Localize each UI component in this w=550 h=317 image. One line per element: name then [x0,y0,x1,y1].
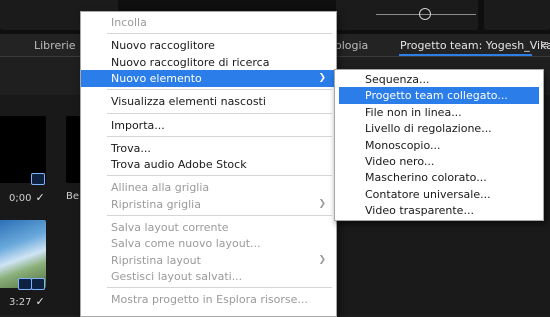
menu-separator [107,89,332,91]
menu-item-label: Gestisci layout salvati... [111,269,243,283]
menu-item-contatore-universale[interactable]: Contatore universale... [335,186,543,203]
active-tab-underline [399,54,532,56]
menu-item-trova[interactable]: Trova... [81,140,336,157]
menu-item-label: Video trasparente... [365,204,474,218]
menu-item-label: Monoscopio... [365,138,441,152]
menu-separator [107,215,332,216]
menu-item-sequenza[interactable]: Sequenza... [335,71,543,88]
zoom-slider-knob[interactable] [419,8,431,20]
menu-item-ripristina-griglia: Ripristina griglia ❯ [81,196,336,213]
chevron-right-icon: ❯ [318,198,326,209]
clip-badge-icon [31,173,45,185]
menu-item-nuovo-raccoglitore-di-ricerca[interactable]: Nuovo raccoglitore di ricerca [81,54,336,71]
menu-item-ripristina-layout: Ripristina layout ❯ [81,252,336,269]
menu-item-salva-come-nuovo-layout: Salva come nuovo layout... [81,235,336,252]
menu-item-importa[interactable]: Importa... [81,117,336,134]
menu-item-nuovo-elemento[interactable]: Nuovo elemento ❯ [81,69,336,87]
menu-item-nuovo-raccoglitore[interactable]: Nuovo raccoglitore [81,37,336,54]
clip-duration: 0;00 [9,193,32,204]
chevron-right-icon: ❯ [318,72,326,83]
menu-separator [107,175,332,177]
menu-item-label: Trova audio Adobe Stock [111,158,247,172]
clip-thumbnail-2[interactable] [66,116,80,183]
menu-item-label: Ripristina griglia [111,197,201,211]
chevron-right-icon: ❯ [318,254,326,265]
menu-item-progetto-team-collegato[interactable]: Progetto team collegato... [339,87,539,105]
menu-item-incolla: Incolla [81,14,336,31]
checkmark-icon: ✓ [35,295,45,308]
menu-item-label: File non in linea... [365,105,462,119]
menu-item-salva-layout-corrente: Salva layout corrente [81,219,336,236]
menu-item-label: Trova... [111,141,151,155]
menu-separator [107,33,332,35]
toolbar-pane-slider [336,0,478,30]
menu-item-visualizza-elementi-nascosti[interactable]: Visualizza elementi nascosti [81,93,336,110]
menu-item-label: Ripristina layout [111,253,201,267]
panel-menu-icon[interactable]: ≡ [540,38,549,51]
media-grid: 0;00 ✓ Be 3:27 ✓ [0,95,80,315]
context-menu: Incolla Nuovo raccoglitore Nuovo raccoglit… [80,11,337,317]
menu-item-allinea-alla-griglia: Allinea alla griglia [81,179,336,196]
menu-item-label: Salva come nuovo layout... [111,237,261,251]
menu-item-label: Nuovo raccoglitore di ricerca [111,55,270,69]
menu-item-label: Livello di regolazione... [365,122,492,136]
menu-item-livello-di-regolazione[interactable]: Livello di regolazione... [335,120,543,137]
menu-item-file-non-in-linea[interactable]: File non in linea... [335,104,543,121]
menu-item-label: Progetto team collegato... [365,89,508,103]
menu-separator [107,135,332,137]
menu-item-trova-audio-adobe-stock[interactable]: Trova audio Adobe Stock [81,156,336,173]
menu-separator [107,287,332,289]
menu-item-label: Sequenza... [365,73,430,86]
menu-item-label: Nuovo raccoglitore [111,39,215,53]
clip-badge-icon [18,278,32,290]
menu-item-label: Mascherino colorato... [365,171,487,185]
clip-info-2-partial: Be [66,191,80,202]
menu-item-label: Salva layout corrente [111,221,229,234]
menu-item-label: Contatore universale... [365,187,491,201]
clip-info-3: 3:27 ✓ [9,295,45,308]
tab-tecnologia-partial[interactable]: ologia [335,39,368,52]
menu-item-label: Mostra progetto in Esplora risorse... [111,293,308,307]
menu-item-label: Nuovo elemento [111,71,202,85]
tab-team-project[interactable]: Progetto team: Yogesh_Vikas [400,39,550,52]
menu-item-monoscopio[interactable]: Monoscopio... [335,137,543,154]
toolbar-pane-right [484,0,550,30]
clip-info-1: 0;00 ✓ [9,191,45,204]
tab-librerie[interactable]: Librerie [34,39,76,52]
menu-item-mostra-progetto-in-esplora-risorse: Mostra progetto in Esplora risorse... [81,291,336,308]
checkmark-icon: ✓ [35,191,45,204]
menu-item-gestisci-layout-salvati: Gestisci layout salvati... [81,268,336,285]
menu-item-label: Incolla [111,16,147,29]
menu-item-mascherino-colorato[interactable]: Mascherino colorato... [335,169,543,186]
clip-duration: 3:27 [9,297,32,308]
menu-separator [107,112,332,114]
menu-item-label: Allinea alla griglia [111,181,210,195]
menu-item-label: Video nero... [365,155,435,168]
new-item-submenu: Sequenza... Progetto team collegato... Fil… [334,69,544,221]
menu-item-video-trasparente[interactable]: Video trasparente... [335,202,543,219]
menu-item-label: Visualizza elementi nascosti [111,95,266,109]
menu-item-video-nero[interactable]: Video nero... [335,153,543,170]
clip-badge-icon [31,278,45,290]
menu-item-label: Importa... [111,118,165,132]
